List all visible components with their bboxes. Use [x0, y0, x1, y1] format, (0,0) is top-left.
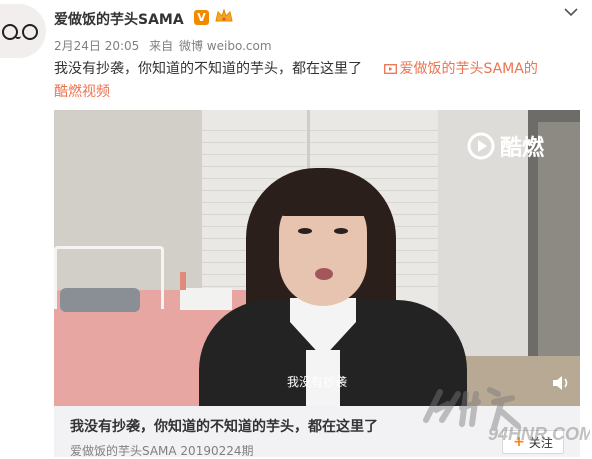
video-bottle	[180, 272, 186, 290]
video-link-cont[interactable]: 酷燃视频	[54, 84, 110, 100]
svg-text:94HNR.COM: 94HNR.COM	[488, 424, 590, 444]
video-nightstand	[180, 288, 232, 310]
post-body: 我没有抄袭，你知道的不知道的芋头，都在这里了	[54, 61, 362, 77]
post-date[interactable]: 2月24日 20:05	[54, 39, 139, 53]
video-link-icon	[384, 64, 398, 74]
crown-icon	[215, 8, 233, 22]
video-person-mouth	[315, 268, 333, 280]
post-source[interactable]: 微博 weibo.com	[179, 39, 272, 53]
post-text: 我没有抄袭，你知道的不知道的芋头，都在这里了 爱做饭的芋头SAMA的 酷燃视频	[54, 58, 578, 104]
post-meta: 2月24日 20:05 来自 微博 weibo.com	[54, 37, 278, 54]
video-pillow	[60, 288, 140, 312]
video-player[interactable]: 酷燃 我没有抄袭	[54, 110, 580, 406]
avatar-eye-right	[22, 24, 38, 40]
chevron-down-icon[interactable]	[563, 6, 579, 18]
kuran-logo: 酷燃	[466, 130, 544, 162]
watermark-logo: 94HNR.COM	[423, 387, 590, 444]
kuran-play-icon	[467, 132, 495, 160]
v-badge-icon: V	[194, 10, 209, 25]
kuran-brand: 酷燃	[500, 136, 545, 161]
video-person-bangs	[273, 176, 369, 216]
video-person-eye-left	[298, 228, 312, 234]
video-person-eye-right	[334, 228, 348, 234]
post-via: 来自	[149, 39, 174, 53]
video-link[interactable]: 爱做饭的芋头SAMA的	[399, 61, 537, 77]
avatar[interactable]	[0, 4, 46, 58]
avatar-mouth	[15, 34, 21, 39]
video-source: 爱做饭的芋头SAMA 20190224期	[70, 444, 254, 458]
username[interactable]: 爱做饭的芋头SAMA	[54, 9, 184, 29]
video-title[interactable]: 我没有抄袭，你知道的不知道的芋头，都在这里了	[70, 416, 378, 436]
